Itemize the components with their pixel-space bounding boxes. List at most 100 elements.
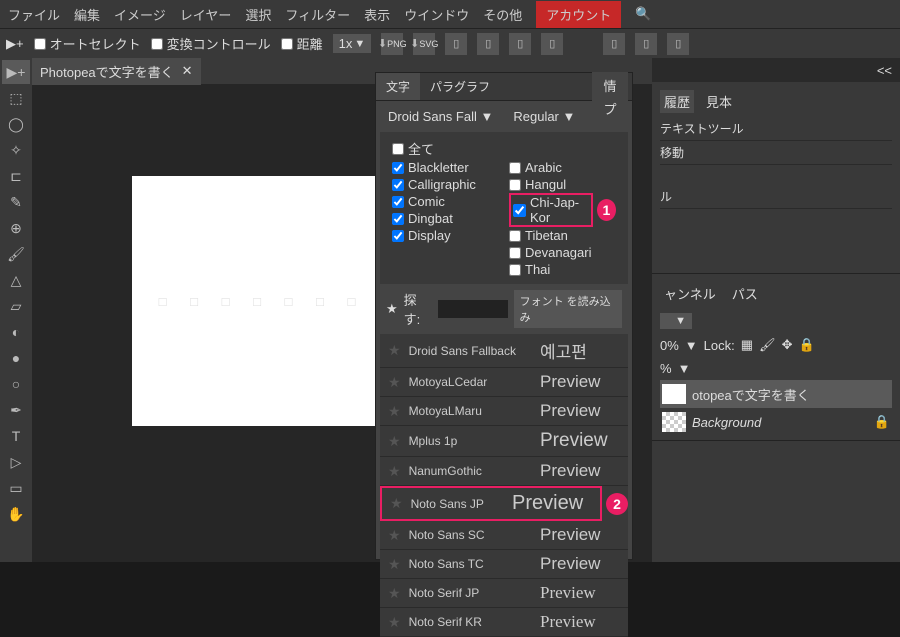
hand-tool[interactable]: ✋ <box>2 502 30 526</box>
fav-icon[interactable]: ★ <box>388 556 401 573</box>
search-icon[interactable]: 🔍 <box>635 6 651 22</box>
canvas[interactable]: □ □ □ □ □ □ □ <box>132 176 392 426</box>
align-center-icon[interactable]: ▯ <box>477 33 499 55</box>
export-svg-button[interactable]: ⬇SVG <box>413 33 435 55</box>
export-png-button[interactable]: ⬇PNG <box>381 33 403 55</box>
text-tool[interactable]: T <box>2 424 30 448</box>
lock-all-icon[interactable]: 🔒 <box>798 337 814 353</box>
font-row[interactable]: ★MotoyaLMaruPreview <box>380 397 628 426</box>
tab-history[interactable]: 履歴 <box>660 90 694 113</box>
menu-window[interactable]: ウインドウ <box>404 5 469 24</box>
lasso-tool[interactable]: ◯ <box>2 112 30 136</box>
history-item[interactable]: 移動 <box>660 141 892 165</box>
shape-tool[interactable]: ▭ <box>2 476 30 500</box>
font-row[interactable]: ★Droid Sans Fallback예고편 <box>380 334 628 368</box>
filter-devanagari[interactable]: Devanagari <box>509 244 616 261</box>
filter-arabic[interactable]: Arabic <box>509 159 616 176</box>
font-row[interactable]: ★Mplus 1pPreview <box>380 426 628 457</box>
distribute-icon-2[interactable]: ▯ <box>635 33 657 55</box>
fav-icon[interactable]: ★ <box>388 585 401 602</box>
blend-mode-dropdown[interactable]: ▼ <box>660 313 692 329</box>
font-family-dropdown[interactable]: Droid Sans Fall ▼ <box>388 109 493 124</box>
align-left-icon[interactable]: ▯ <box>445 33 467 55</box>
font-row[interactable]: ★Noto Serif KRPreview <box>380 608 628 637</box>
fav-icon[interactable]: ★ <box>388 433 401 450</box>
font-row[interactable]: ★MotoyaLCedarPreview <box>380 368 628 397</box>
menu-edit[interactable]: 編集 <box>74 5 100 24</box>
align-top-icon[interactable]: ▯ <box>541 33 563 55</box>
menu-view[interactable]: 表示 <box>364 5 390 24</box>
tab-paragraph[interactable]: パラグラフ <box>420 73 500 100</box>
distribute-icon[interactable]: ▯ <box>603 33 625 55</box>
font-search-input[interactable] <box>438 300 508 318</box>
gradient-tool[interactable]: ◐ <box>2 320 30 344</box>
tab-channels[interactable]: ャンネル <box>660 282 720 305</box>
fav-icon[interactable]: ★ <box>388 403 401 420</box>
font-row-highlighted[interactable]: ★Noto Sans JPPreview <box>380 486 602 521</box>
filter-all[interactable]: 全て <box>392 138 616 159</box>
blur-tool[interactable]: ● <box>2 346 30 370</box>
auto-select-checkbox[interactable]: オートセレクト <box>34 34 141 53</box>
star-icon[interactable]: ★ <box>386 301 398 317</box>
filter-tibetan[interactable]: Tibetan <box>509 227 616 244</box>
filter-comic[interactable]: Comic <box>392 193 499 210</box>
fav-icon[interactable]: ★ <box>388 374 401 391</box>
filter-hangul[interactable]: Hangul <box>509 176 616 193</box>
distribute-icon-3[interactable]: ▯ <box>667 33 689 55</box>
tab-character[interactable]: 文字 <box>376 73 420 100</box>
align-right-icon[interactable]: ▯ <box>509 33 531 55</box>
distance-checkbox[interactable]: 距離 <box>281 34 323 53</box>
move-tool[interactable]: ▶+ <box>2 60 30 84</box>
transform-controls-checkbox[interactable]: 変換コントロール <box>151 34 271 53</box>
eyedropper-tool[interactable]: ✎ <box>2 190 30 214</box>
menu-filter[interactable]: フィルター <box>285 5 350 24</box>
lock-move-icon[interactable]: ✥ <box>782 337 793 353</box>
filter-calligraphic[interactable]: Calligraphic <box>392 176 499 193</box>
menu-select[interactable]: 選択 <box>245 5 271 24</box>
history-item[interactable]: テキストツール <box>660 117 892 141</box>
fav-icon[interactable]: ★ <box>388 342 401 359</box>
fav-icon[interactable]: ★ <box>390 495 403 512</box>
history-item[interactable]: ル <box>660 185 892 209</box>
dodge-tool[interactable]: ○ <box>2 372 30 396</box>
load-font-button[interactable]: フォント を読み込み <box>514 290 622 328</box>
wand-tool[interactable]: ✧ <box>2 138 30 162</box>
close-icon[interactable]: ✕ <box>182 63 193 79</box>
collapse-icon[interactable]: << <box>877 63 892 78</box>
font-row[interactable]: ★Noto Sans TCPreview <box>380 550 628 579</box>
menu-other[interactable]: その他 <box>483 5 522 24</box>
font-row[interactable]: ★Noto Sans SCPreview <box>380 521 628 550</box>
filter-blackletter[interactable]: Blackletter <box>392 159 499 176</box>
heal-tool[interactable]: ⊕ <box>2 216 30 240</box>
account-button[interactable]: アカウント <box>536 1 621 28</box>
tab-swatches[interactable]: 見本 <box>702 90 736 113</box>
menu-file[interactable]: ファイル <box>8 5 60 24</box>
menu-image[interactable]: イメージ <box>114 5 166 24</box>
menu-layer[interactable]: レイヤー <box>180 5 232 24</box>
document-tab[interactable]: Photopeaで文字を書く ✕ <box>32 58 201 85</box>
zoom-dropdown[interactable]: 1x▼ <box>333 34 372 53</box>
filter-cjk[interactable] <box>513 204 526 217</box>
brush-tool[interactable]: 🖌 <box>2 242 30 266</box>
crop-tool[interactable]: ⊏ <box>2 164 30 188</box>
layer-row[interactable]: otopeaで文字を書く <box>660 380 892 408</box>
info-tab-strip[interactable]: 情プ <box>592 72 628 122</box>
font-row[interactable]: ★Noto Serif JPPreview <box>380 579 628 608</box>
filter-thai[interactable]: Thai <box>509 261 616 278</box>
path-tool[interactable]: ▷ <box>2 450 30 474</box>
lock-pixels-icon[interactable]: ▦ <box>741 337 753 353</box>
fav-icon[interactable]: ★ <box>388 527 401 544</box>
pen-tool[interactable]: ✒ <box>2 398 30 422</box>
stamp-tool[interactable]: △ <box>2 268 30 292</box>
lock-brush-icon[interactable]: 🖌 <box>759 337 776 353</box>
fav-icon[interactable]: ★ <box>388 463 401 480</box>
font-row[interactable]: ★NanumGothicPreview <box>380 457 628 486</box>
filter-display[interactable]: Display <box>392 227 499 244</box>
font-weight-dropdown[interactable]: Regular ▼ <box>513 109 575 124</box>
fav-icon[interactable]: ★ <box>388 614 401 631</box>
marquee-tool[interactable]: ⬚ <box>2 86 30 110</box>
filter-dingbat[interactable]: Dingbat <box>392 210 499 227</box>
eraser-tool[interactable]: ▱ <box>2 294 30 318</box>
tab-paths[interactable]: パス <box>728 282 762 305</box>
layer-row[interactable]: Background 🔒 <box>660 408 892 436</box>
